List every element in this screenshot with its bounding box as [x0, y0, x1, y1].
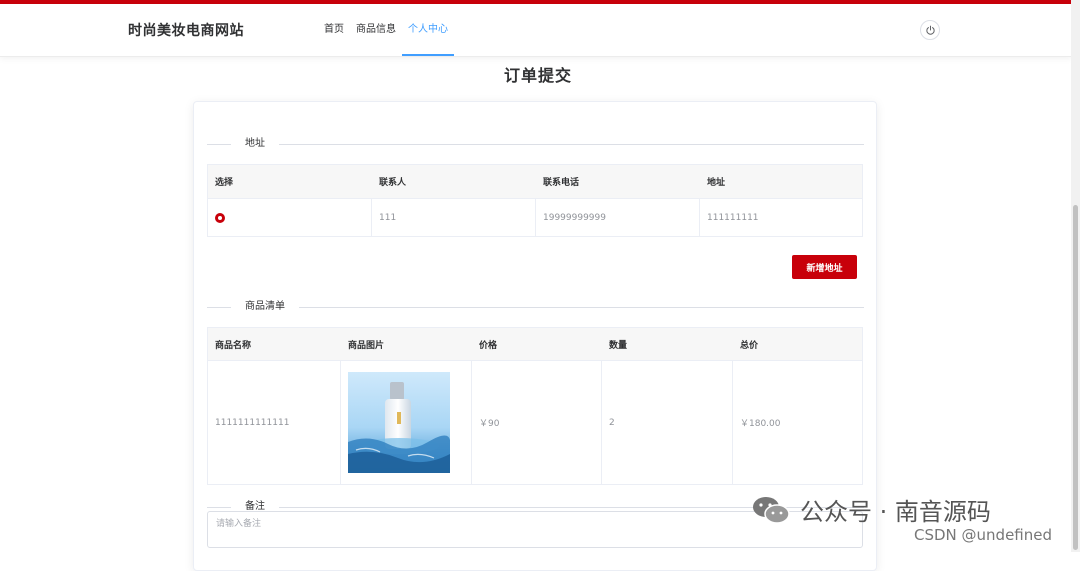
col-address: 地址	[707, 178, 726, 188]
wechat-icon	[753, 496, 790, 524]
logout-button[interactable]	[920, 20, 940, 40]
address-divider: 地址	[207, 136, 864, 152]
scrollbar-thumb[interactable]	[1073, 205, 1078, 550]
goods-section-label: 商品清单	[231, 299, 299, 315]
col-total: 总价	[740, 340, 759, 351]
nav-home[interactable]: 首页	[318, 4, 350, 56]
add-address-button[interactable]: 新增地址	[792, 255, 857, 279]
address-radio[interactable]	[215, 212, 225, 223]
phone-cell: 19999999999	[536, 199, 700, 236]
product-name-cell: 1111111111111	[208, 361, 341, 484]
col-quantity: 数量	[609, 340, 628, 351]
product-image-cell	[341, 361, 472, 484]
col-price: 价格	[479, 340, 498, 351]
site-header: 时尚美妆电商网站 首页 商品信息 个人中心	[0, 4, 1072, 57]
col-phone: 联系电话	[543, 178, 580, 188]
table-row: 1111111111111 ￥90 2 ￥180.00	[208, 361, 862, 484]
address-section-label: 地址	[231, 136, 279, 152]
radio-dot	[218, 215, 222, 220]
col-product-image: 商品图片	[348, 340, 385, 351]
watermark-text: 公众号 · 南音源码	[800, 498, 991, 526]
page-title: 订单提交	[503, 66, 572, 85]
col-select: 选择	[215, 178, 234, 188]
watermark: 公众号 · 南音源码	[752, 492, 991, 527]
nav-products[interactable]: 商品信息	[350, 4, 402, 56]
product-image	[348, 372, 450, 473]
address-table: 选择 联系人 联系电话 地址 111 19999999999 111111111	[207, 164, 863, 237]
table-row[interactable]: 111 19999999999 111111111	[208, 199, 862, 236]
quantity-cell: 2	[602, 361, 733, 484]
total-cell: ￥180.00	[740, 419, 781, 429]
goods-divider: 商品清单	[207, 299, 864, 315]
col-product-name: 商品名称	[215, 340, 252, 351]
col-contact: 联系人	[379, 178, 407, 188]
price-cell: ￥90	[472, 361, 602, 484]
address-cell: 111111111	[707, 212, 759, 223]
address-table-header: 选择 联系人 联系电话 地址	[208, 165, 862, 199]
goods-table: 商品名称 商品图片 价格 数量 总价 1111111111111 ￥90 2 ￥…	[207, 327, 863, 485]
nav-personal-center[interactable]: 个人中心	[402, 4, 454, 56]
address-radio-cell	[208, 199, 372, 236]
goods-table-header: 商品名称 商品图片 价格 数量 总价	[208, 328, 862, 361]
site-brand[interactable]: 时尚美妆电商网站	[128, 20, 244, 40]
csdn-watermark: CSDN @undefined	[914, 526, 1053, 544]
contact-cell: 111	[372, 199, 536, 236]
power-icon	[925, 25, 935, 35]
main-nav: 首页 商品信息 个人中心	[318, 4, 454, 56]
